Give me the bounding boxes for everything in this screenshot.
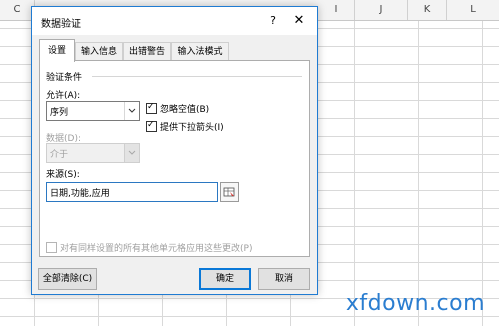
watermark: xfdown.com [345,291,485,316]
chevron-down-icon [124,144,139,162]
dialog-titlebar[interactable]: 数据验证 ? ✕ [32,7,317,35]
allow-select[interactable]: 序列 [46,101,140,121]
ignore-blank-checkbox[interactable]: ✓ [146,102,157,114]
allow-label: 允许(A): [46,91,81,101]
dropdown-arrow-label: 提供下拉箭头(I) [160,123,224,133]
clear-all-button[interactable]: 全部清除(C) [38,268,97,290]
column-header-c[interactable]: C [0,0,35,20]
cancel-button[interactable]: 取消 [258,268,310,290]
column-header-l[interactable]: L [447,0,499,20]
tab-ime-mode[interactable]: 输入法模式 [171,42,229,61]
column-header-j[interactable]: J [355,0,408,20]
apply-all-checkbox [46,242,57,253]
data-select: 介于 [46,143,140,163]
checkmark-icon: ✓ [147,120,155,130]
section-title: 验证条件 [46,73,83,83]
help-button[interactable]: ? [264,12,282,30]
source-label: 来源(S): [46,170,80,180]
settings-panel: 验证条件 允许(A): 序列 ✓ 忽略空值(B) ✓ 提供下拉箭头(I) 数据(… [39,60,310,257]
range-select-button[interactable] [220,182,239,202]
ok-button[interactable]: 确定 [199,268,251,290]
source-input[interactable]: 日期,功能,应用 [46,182,218,202]
checkmark-icon: ✓ [147,102,155,112]
range-select-icon [223,187,235,197]
ignore-blank-label: 忽略空值(B) [160,105,210,115]
close-button[interactable]: ✕ [290,12,308,30]
source-value: 日期,功能,应用 [50,189,110,199]
dropdown-arrow-checkbox[interactable]: ✓ [146,120,157,132]
column-header-k[interactable]: K [408,0,447,20]
tab-error-alert[interactable]: 出错警告 [123,42,171,61]
section-divider [92,76,302,77]
dialog-title: 数据验证 [41,19,81,30]
tab-input-message[interactable]: 输入信息 [75,42,123,61]
apply-all-label: 对有同样设置的所有其他单元格应用这些更改(P) [60,244,253,254]
chevron-down-icon [124,102,139,120]
data-validation-dialog: 数据验证 ? ✕ 设置 输入信息 出错警告 输入法模式 验证条件 允许(A): … [31,6,318,295]
allow-value: 序列 [50,108,69,118]
column-header-i[interactable]: I [318,0,355,20]
tab-settings[interactable]: 设置 [39,39,75,62]
data-value: 介于 [50,150,69,160]
tab-bar: 设置 输入信息 出错警告 输入法模式 [39,39,310,62]
